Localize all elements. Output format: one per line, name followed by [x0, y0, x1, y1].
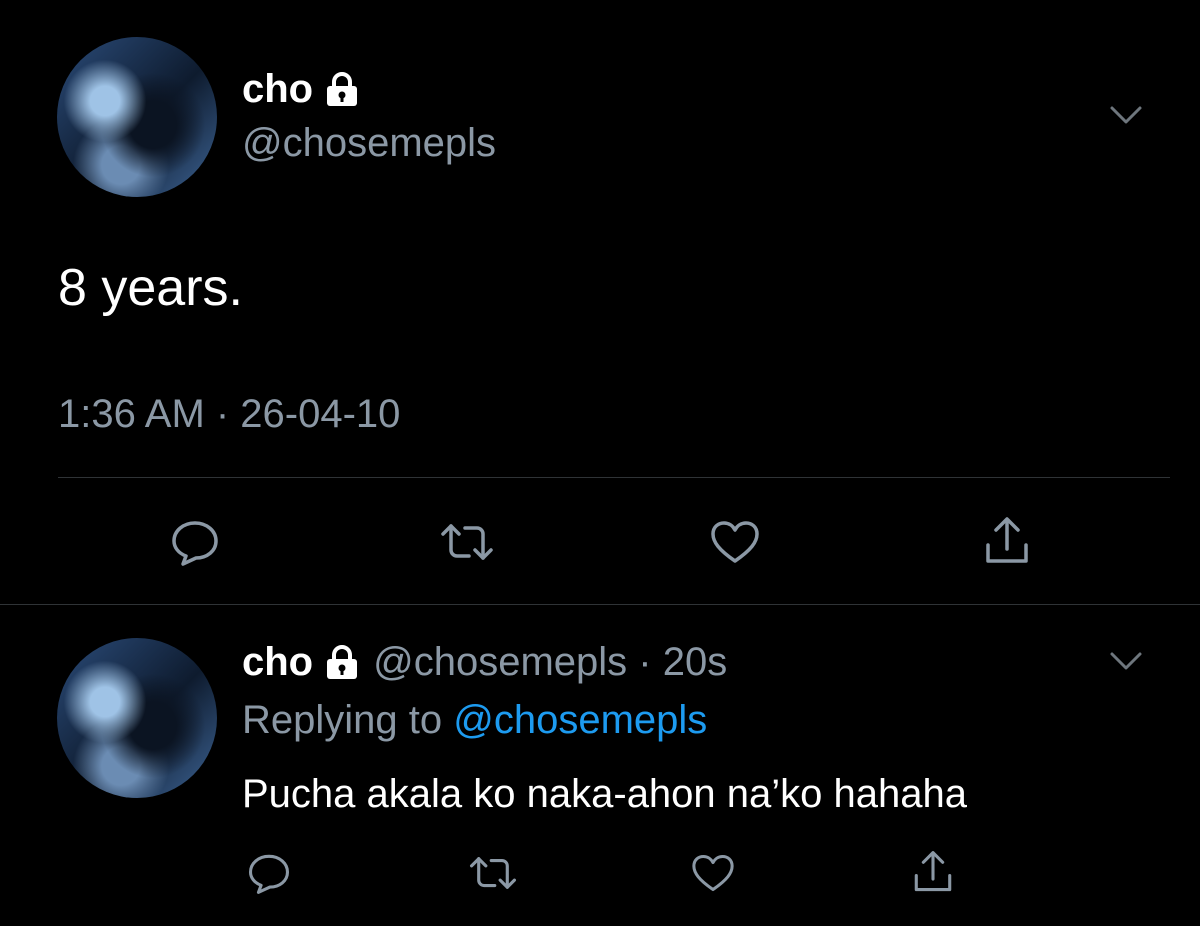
thread-divider [0, 604, 1200, 605]
tweet-timestamp[interactable]: 1:36 AM · 26-04-10 [58, 392, 400, 437]
reply-icon [169, 517, 221, 567]
like-icon [690, 853, 736, 893]
reply-text: Pucha akala ko naka-ahon na’ko hahaha [242, 772, 967, 816]
replying-to-label: Replying to [242, 698, 454, 742]
chevron-down-icon[interactable] [1108, 102, 1144, 130]
share-icon [982, 515, 1032, 567]
avatar[interactable] [57, 638, 217, 798]
like-button[interactable] [700, 512, 770, 572]
retweet-icon [439, 520, 495, 564]
reply-icon [246, 851, 292, 895]
reply-button[interactable] [238, 846, 300, 900]
retweet-button[interactable] [432, 512, 502, 572]
replying-to-handle[interactable]: @chosemepls [453, 698, 707, 742]
like-icon [709, 519, 761, 565]
lock-icon [325, 644, 359, 680]
reply-button[interactable] [160, 512, 230, 572]
divider [58, 477, 1170, 478]
replying-to: Replying to @chosemepls [242, 698, 707, 743]
handle-time[interactable]: @chosemepls · 20s [373, 640, 727, 685]
share-button[interactable] [972, 510, 1042, 572]
author-row: cho [242, 64, 359, 114]
retweet-button[interactable] [462, 846, 524, 900]
share-button[interactable] [902, 844, 964, 900]
like-button[interactable] [682, 846, 744, 900]
tweet-text: 8 years. [58, 259, 243, 317]
retweet-icon [468, 853, 518, 893]
share-icon [911, 849, 955, 895]
display-name[interactable]: cho [242, 640, 313, 685]
avatar[interactable] [57, 37, 217, 197]
display-name[interactable]: cho [242, 67, 313, 112]
handle[interactable]: @chosemepls [242, 121, 496, 166]
author-row: cho @chosemepls · 20s [242, 636, 727, 688]
chevron-down-icon[interactable] [1108, 648, 1144, 676]
lock-icon [325, 71, 359, 107]
